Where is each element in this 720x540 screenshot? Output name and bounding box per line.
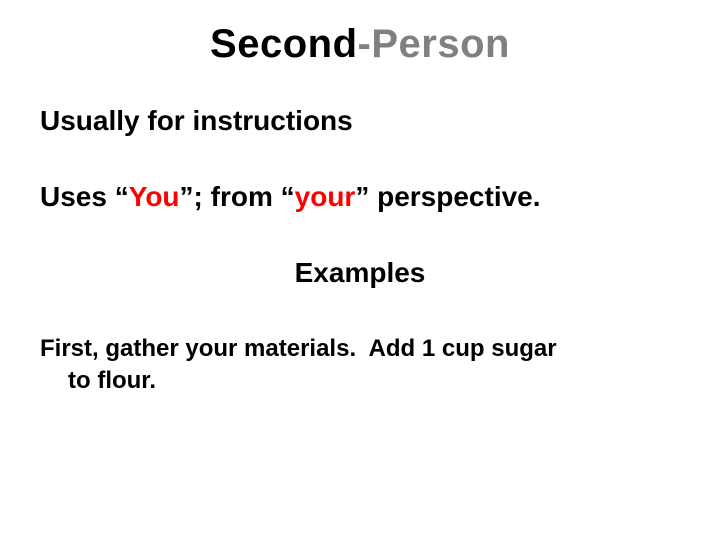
slide-title: Second-Person	[40, 22, 680, 67]
line2-your: your	[295, 181, 356, 212]
line2-you: You	[129, 181, 180, 212]
body-line-2: Uses “You”; from “your” perspective.	[40, 181, 680, 213]
example-b: materials. Add 1 cup sugar	[237, 335, 556, 362]
line2-suffix: ” perspective.	[355, 181, 540, 212]
example-your: your	[185, 335, 237, 362]
example-line2: to flour.	[40, 365, 680, 397]
title-part-second: Second	[210, 22, 357, 66]
example-text: First, gather your materials. Add 1 cup …	[40, 333, 680, 398]
title-part-person: Person	[371, 22, 510, 66]
slide: Second-Person Usually for instructions U…	[0, 0, 720, 540]
examples-heading: Examples	[40, 257, 680, 289]
title-dash: -	[358, 22, 372, 66]
line2-prefix: Uses “	[40, 181, 129, 212]
line2-mid: ”; from “	[180, 181, 295, 212]
body-line-1: Usually for instructions	[40, 105, 680, 137]
example-a: First, gather	[40, 335, 185, 362]
